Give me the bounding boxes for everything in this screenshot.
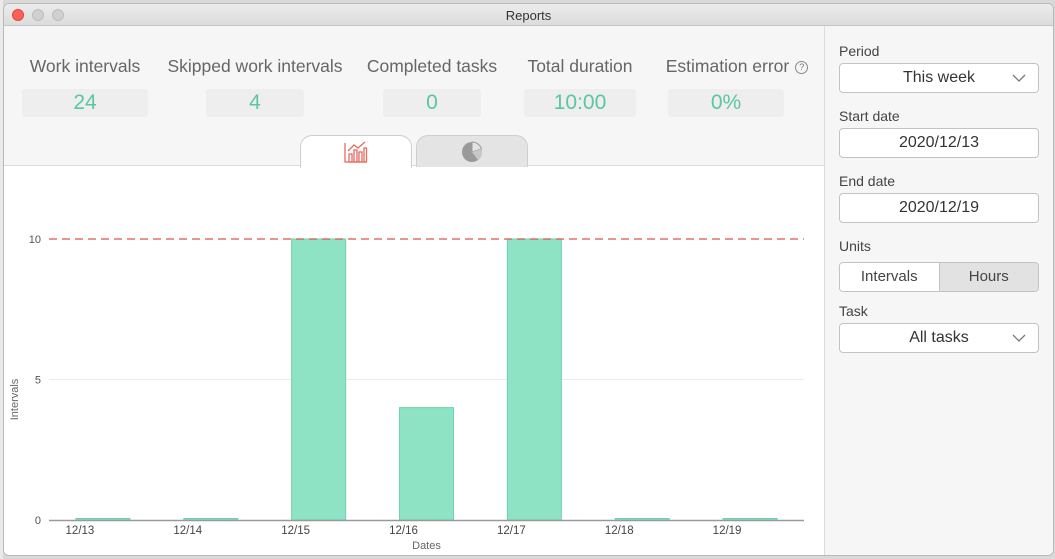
stat-label: Work intervals [29, 56, 141, 76]
units-intervals-button[interactable]: Intervals [840, 263, 939, 291]
x-tick-label: 12/18 [605, 525, 634, 537]
end-date-field[interactable]: 2020/12/19 [839, 193, 1039, 223]
start-date-field[interactable]: 2020/12/13 [839, 128, 1039, 158]
stat-value: 24 [22, 89, 148, 117]
period-label: Period [839, 43, 880, 59]
x-tick-label: 12/19 [713, 525, 742, 537]
stat-value: 10:00 [524, 89, 636, 117]
summary-stats: Work intervals 24 Skipped work intervals… [4, 26, 824, 168]
x-tick-label: 12/16 [389, 525, 418, 537]
pie-chart-icon [462, 140, 483, 162]
stat-label: Skipped work intervals [167, 56, 343, 76]
bar [399, 407, 454, 521]
stat-value: 0% [668, 89, 784, 117]
task-select[interactable]: All tasks [839, 323, 1039, 353]
y-tick-label: 5 [35, 375, 41, 387]
bar [291, 238, 347, 521]
stat-label: Estimation error [665, 56, 790, 76]
stat-skipped-work-intervals: Skipped work intervals 4 [164, 56, 346, 117]
chevron-down-icon [1012, 334, 1026, 342]
report-filters-sidebar: Period This week Start date 2020/12/13 E… [824, 26, 1053, 555]
end-date-label: End date [839, 173, 896, 189]
task-value: All tasks [909, 329, 969, 346]
units-hours-button[interactable]: Hours [938, 263, 1038, 291]
stat-label-row: Estimation error? [662, 56, 812, 77]
units-label: Units [839, 238, 871, 254]
window-title: Reports [505, 8, 552, 23]
task-label: Task [839, 303, 868, 319]
period-select[interactable]: This week [839, 63, 1039, 93]
report-main-panel: Work intervals 24 Skipped work intervals… [4, 26, 824, 555]
stat-completed-tasks: Completed tasks 0 [364, 56, 500, 117]
stat-work-intervals: Work intervals 24 [22, 56, 148, 117]
x-tick-label: 12/17 [497, 525, 526, 537]
stat-value: 0 [383, 89, 481, 117]
stat-total-duration: Total duration 10:00 [524, 56, 636, 117]
y-tick-label: 0 [35, 515, 41, 527]
intervals-bar-chart: 0 5 10 12/13 12/14 12/15 12/16 12/17 12/18 12/19 D… [9, 234, 804, 552]
stat-label: Completed tasks [366, 56, 498, 76]
bar [506, 238, 562, 521]
help-icon[interactable]: ? [795, 61, 809, 74]
stat-value: 4 [206, 89, 304, 117]
chevron-down-icon [1012, 74, 1026, 82]
y-axis-label: Intervals [9, 378, 21, 420]
x-axis-label: Dates [412, 540, 441, 552]
x-tick-label: 12/13 [66, 525, 95, 537]
y-tick-label: 10 [29, 234, 41, 246]
start-date-label: Start date [839, 108, 900, 124]
x-tick-label: 12/15 [281, 525, 310, 537]
period-value: This week [902, 69, 976, 86]
units-segmented-control: Intervals Hours [839, 262, 1039, 292]
reports-window: Reports Work intervals 24 Skipped work i… [3, 3, 1054, 556]
stat-estimation-error: Estimation error? 0% [662, 56, 812, 117]
title-bar: Reports [4, 4, 1053, 26]
stat-label: Total duration [527, 56, 633, 76]
bar-chart-icon [344, 141, 368, 163]
x-tick-label: 12/14 [173, 525, 202, 537]
tab-pie-chart[interactable] [416, 135, 528, 167]
tab-bar-chart[interactable] [300, 135, 412, 168]
